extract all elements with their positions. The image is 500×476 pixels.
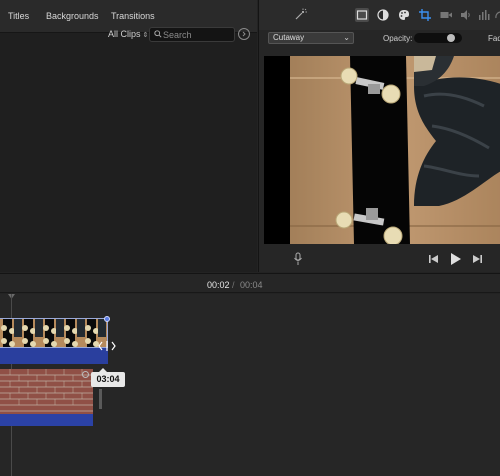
cutaway-clip[interactable] [0, 316, 110, 364]
search-input[interactable] [163, 29, 233, 40]
clip-marker-icon [82, 371, 89, 378]
skateboard-frame-image [264, 56, 500, 244]
viewer-panel: Cutaway ⌄ Opacity: Fade [258, 0, 500, 272]
color-balance-icon [377, 9, 389, 21]
cutaway-clip-audio [0, 348, 108, 364]
browser-filter-bar: All Clips ⇕ [0, 25, 257, 45]
overlay-mode-select[interactable]: Cutaway ⌄ [268, 32, 354, 44]
video-camera-icon [440, 12, 452, 18]
overlay-settings-row: Cutaway ⌄ Opacity: Fade [259, 30, 500, 47]
crop-tool[interactable] [418, 8, 432, 22]
trim-cursor-icon [98, 341, 116, 351]
speed-tool[interactable] [495, 8, 500, 22]
main-clip-audio [0, 414, 93, 426]
search-field[interactable] [149, 27, 235, 42]
volume-icon [461, 10, 470, 20]
timecode-bar: 00:02 / 00:04 [0, 273, 500, 293]
volume-tool[interactable] [459, 8, 473, 22]
video-overlay-tool[interactable] [355, 8, 369, 22]
search-icon [154, 30, 162, 38]
fade-label: Fade [488, 34, 500, 43]
speedometer-icon [495, 11, 500, 19]
clips-filter-label: All Clips [108, 29, 141, 39]
skateboard-filmstrip-image [0, 319, 107, 347]
chevron-right-icon [242, 31, 246, 37]
updown-chevron-icon: ⇕ [142, 32, 149, 39]
chevron-down-icon: ⌄ [343, 33, 350, 42]
total-duration: 00:04 [240, 280, 263, 290]
duration-tooltip: 03:04 [91, 368, 125, 387]
equalizer-icon [479, 10, 490, 20]
skip-forward-icon[interactable] [473, 254, 482, 264]
overlay-mode-label: Cutaway [273, 33, 305, 42]
current-timecode: 00:02 [207, 280, 230, 290]
color-palette-icon [399, 10, 409, 20]
microphone-icon[interactable] [293, 252, 303, 266]
main-clip[interactable] [0, 369, 93, 426]
magic-wand-icon[interactable] [293, 8, 307, 22]
playback-controls [259, 248, 500, 270]
opacity-label: Opacity: [383, 34, 413, 43]
opacity-slider-knob[interactable] [447, 34, 456, 42]
crop-icon [419, 9, 431, 21]
opacity-slider[interactable] [414, 33, 462, 43]
filter-options-button[interactable] [238, 28, 250, 40]
timeline[interactable]: 03:04 [0, 294, 500, 476]
brick-wall-filmstrip-image [0, 369, 93, 414]
stabilization-tool[interactable] [439, 8, 453, 22]
tab-transitions[interactable]: Transitions [111, 11, 155, 21]
timecode-separator: / [232, 280, 235, 290]
play-icon[interactable] [450, 252, 462, 266]
clip-end-handle[interactable] [104, 316, 110, 322]
cutaway-clip-thumbnails [0, 318, 108, 348]
clips-filter-select[interactable]: All Clips ⇕ [108, 29, 148, 39]
video-overlay-icon [356, 10, 368, 20]
media-browser: Titles Backgrounds Transitions All Clips… [0, 0, 257, 272]
tab-titles[interactable]: Titles [8, 11, 29, 21]
skip-back-icon[interactable] [429, 254, 438, 264]
main-clip-thumbnails [0, 369, 93, 414]
trim-indicator [99, 389, 102, 409]
adjustments-toolbar [259, 0, 500, 30]
video-preview [264, 56, 500, 244]
noise-reduction-tool[interactable] [477, 8, 491, 22]
color-correction-tool[interactable] [397, 8, 411, 22]
color-balance-tool[interactable] [376, 8, 390, 22]
tab-backgrounds[interactable]: Backgrounds [46, 11, 99, 21]
